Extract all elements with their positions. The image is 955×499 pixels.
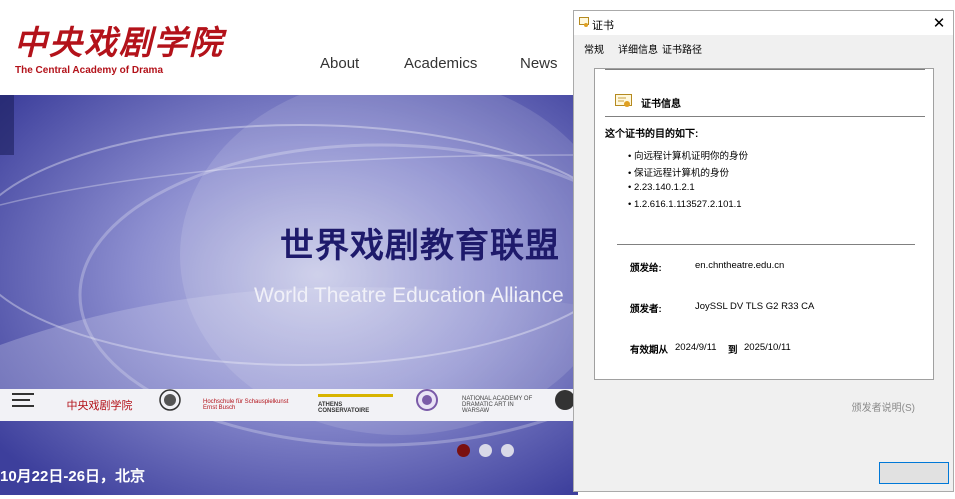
partner-logo-icon <box>12 393 34 407</box>
partner-logo-warsaw: NATIONAL ACADEMY OF DRAMATIC ART IN WARS… <box>462 396 533 414</box>
partner-logo-ernst-busch: Hochschule für Schauspielkunst Ernst Bus… <box>203 399 289 411</box>
nav-news[interactable]: News <box>520 55 558 72</box>
dialog-title-bar[interactable]: 证书 ✕ <box>574 11 953 35</box>
divider <box>605 116 925 117</box>
carousel-dot[interactable] <box>501 444 514 457</box>
divider <box>605 69 925 70</box>
issued-to-label: 颁发给: <box>630 263 662 274</box>
site-logo-en[interactable]: The Central Academy of Drama <box>15 65 163 76</box>
event-date: 10月22日-26日，北京 <box>0 468 146 485</box>
purpose-title: 这个证书的目的如下: <box>605 129 699 140</box>
partner-seal-icon <box>159 389 181 411</box>
hero-title-cn: 世界戏剧教育联盟 <box>280 227 560 265</box>
issued-by-label: 颁发者: <box>630 304 662 315</box>
purpose-item: • 保证远程计算机的身份 <box>628 168 729 179</box>
partner-logo-cad: 中央戏剧学院 <box>66 399 133 412</box>
purpose-item: • 1.2.616.1.113527.2.101.1 <box>628 199 742 210</box>
cert-info-heading: 证书信息 <box>641 99 681 110</box>
issued-to-value: en.chntheatre.edu.cn <box>695 260 785 271</box>
certificate-dialog: 证书 ✕ 常规 详细信息 证书路径 证书信息 这个证书的目的如下: • 向远程计… <box>573 10 954 492</box>
nav-about[interactable]: About <box>320 55 359 72</box>
validity-label: 有效期从 <box>630 345 669 356</box>
close-button[interactable]: ✕ <box>931 14 947 32</box>
valid-from-value: 2024/9/11 <box>675 342 717 353</box>
carousel-dot[interactable] <box>479 444 492 457</box>
tab-general[interactable]: 常规 <box>584 41 604 56</box>
tab-certification-path[interactable]: 证书路径 <box>662 41 702 56</box>
carousel-dot-active[interactable] <box>457 444 470 457</box>
certificate-info-icon <box>615 94 632 107</box>
partner-logo-strip: 中央戏剧学院 Hochschule für Schauspielkunst Er… <box>0 389 578 421</box>
issued-by-value: JoySSL DV TLS G2 R33 CA <box>695 301 815 312</box>
tab-details[interactable]: 详细信息 <box>618 41 658 56</box>
divider <box>617 244 915 245</box>
certificate-icon <box>579 17 589 27</box>
nav-academics[interactable]: Academics <box>404 55 477 72</box>
purpose-item: • 向远程计算机证明你的身份 <box>628 151 748 162</box>
ok-button[interactable] <box>879 462 949 484</box>
valid-to-value: 2025/10/11 <box>744 342 791 353</box>
issuer-statement-button[interactable]: 颁发者说明(S) <box>852 399 915 414</box>
to-label: 到 <box>728 345 738 356</box>
partner-logo-athens: ATHENS CONSERVATOIRE <box>318 394 393 419</box>
hero-title-en: World Theatre Education Alliance <box>254 284 564 307</box>
partner-emblem-icon <box>416 389 438 411</box>
general-panel: 证书信息 这个证书的目的如下: • 向远程计算机证明你的身份 • 保证远程计算机… <box>594 68 934 380</box>
hero-banner[interactable]: 世界戏剧教育联盟 World Theatre Education Allianc… <box>0 95 578 495</box>
purpose-item: • 2.23.140.1.2.1 <box>628 182 695 193</box>
dialog-title: 证书 <box>592 20 614 32</box>
site-logo-cn[interactable]: 中央戏剧学院 <box>14 16 224 64</box>
